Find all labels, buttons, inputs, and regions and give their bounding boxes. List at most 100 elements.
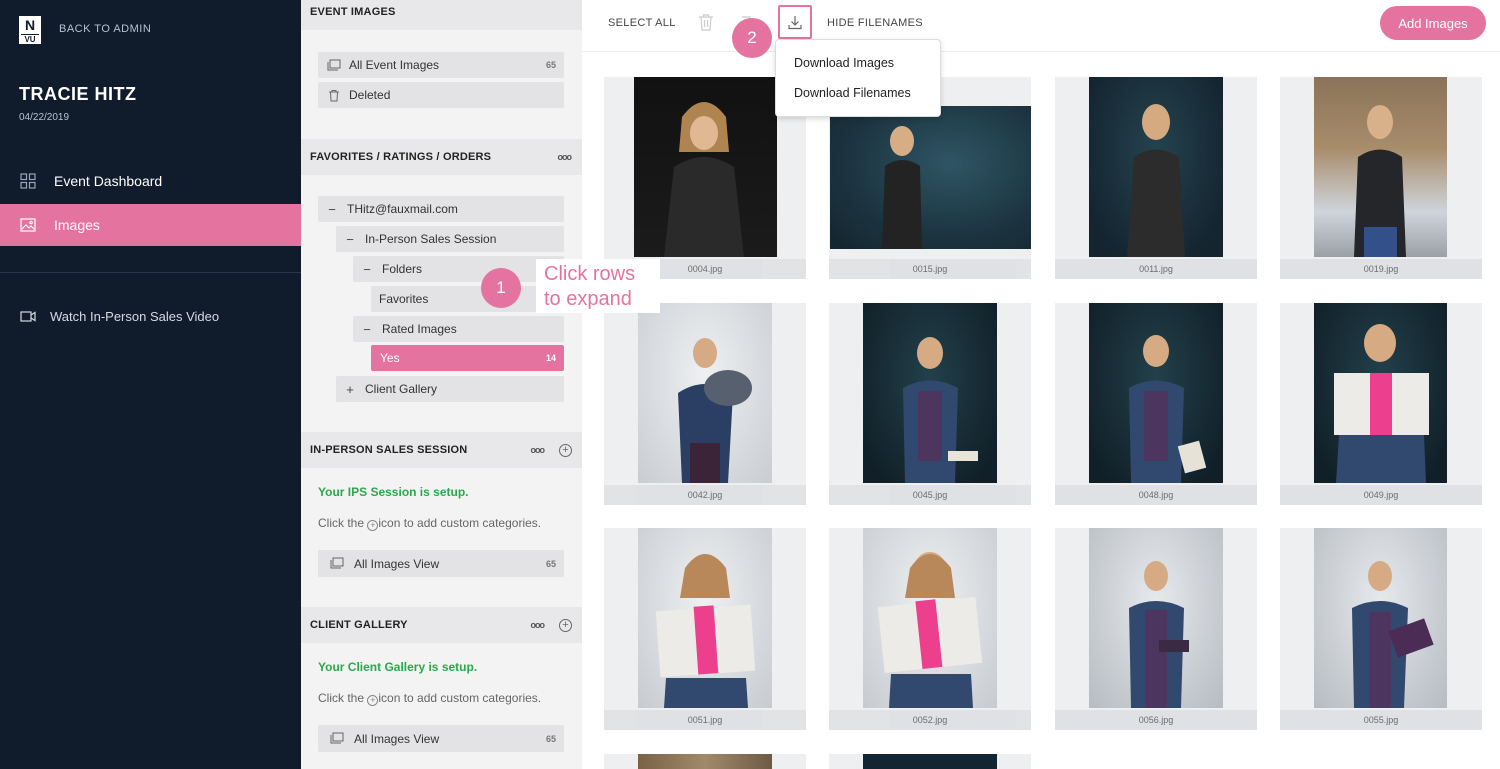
image-filename: 0055.jpg [1280,710,1482,730]
event-date: 04/22/2019 [19,112,70,123]
tree-row-client-gallery[interactable]: + Client Gallery [336,376,564,402]
step-badge-2: 2 [732,18,772,58]
plus-circle-icon: + [367,695,379,706]
image-thumbnail[interactable]: 0045.jpg [829,303,1031,505]
row-label: Deleted [349,88,391,102]
image-filename: 0051.jpg [604,710,806,730]
row-ips-all-images-view[interactable]: All Images View 65 [318,550,564,577]
photo [638,528,772,708]
photo [863,303,997,483]
hint-text-pre: Click the [318,516,365,530]
section-header-client-gallery: CLIENT GALLERY ooo + [301,607,582,643]
expand-icon: + [346,381,354,397]
row-all-event-images[interactable]: All Event Images 65 [318,52,564,78]
image-thumbnail[interactable]: 0055.jpg [1280,528,1482,730]
client-name: TRACIE HITZ [19,84,137,104]
image-toolbar: SELECT ALL HIDE FILENAMES Add Images [582,0,1500,52]
download-icon [788,16,802,30]
image-thumbnail[interactable]: 0042.jpg [604,303,806,505]
image-icon [20,217,36,233]
tree-row-in-person-sales-session[interactable]: − In-Person Sales Session [336,226,564,252]
more-options-icon[interactable]: ooo [531,445,545,455]
video-label: Watch In-Person Sales Video [50,308,220,324]
menu-item-download-images[interactable]: Download Images [794,56,894,70]
row-label: In-Person Sales Session [365,232,497,246]
category-panel: EVENT IMAGES All Event Images 65 Deleted… [301,0,582,769]
image-thumbnail[interactable]: 0049.jpg [1280,303,1482,505]
more-options-icon[interactable]: ooo [531,620,545,630]
section-header-in-person-sales: IN-PERSON SALES SESSION ooo + [301,432,582,468]
image-thumbnail[interactable]: 0011.jpg [1055,77,1257,279]
logo-text-top: N [24,17,36,33]
row-deleted[interactable]: Deleted [318,82,564,108]
collapse-icon: − [363,321,371,337]
image-filename: 0049.jpg [1280,485,1482,505]
row-label: Yes [380,351,400,365]
row-client-gallery-all-images-view[interactable]: All Images View 65 [318,725,564,752]
image-filename: 0015.jpg [829,259,1031,279]
images-stack-icon [330,557,344,571]
nav-item-event-dashboard[interactable]: Event Dashboard [0,160,301,202]
more-options-icon[interactable]: ooo [558,152,572,162]
collapse-icon: − [328,201,336,217]
image-filename: 0011.jpg [1055,259,1257,279]
trash-icon[interactable] [698,13,714,31]
image-thumbnail[interactable] [829,754,1031,769]
section-header-favorites: FAVORITES / RATINGS / ORDERS ooo [301,139,582,175]
photo [1089,77,1223,257]
section-title: IN-PERSON SALES SESSION [310,444,468,456]
tree-row-client-email[interactable]: − THitz@fauxmail.com [318,196,564,222]
row-count: 65 [545,733,556,744]
hint-text-post: icon to add custom categories. [378,691,542,705]
nav-item-images[interactable]: Images [0,204,301,246]
select-all-button[interactable]: SELECT ALL [608,17,676,29]
row-label: All Images View [354,556,440,571]
grid-icon [20,173,36,189]
row-label: THitz@fauxmail.com [347,202,458,216]
client-gallery-hint: Click the + icon to add custom categories… [318,691,541,706]
photo [638,303,772,483]
image-thumbnail[interactable] [604,754,806,769]
photo [1089,303,1223,483]
photo [1314,528,1447,708]
image-filename: 0019.jpg [1280,259,1482,279]
image-thumbnail[interactable]: 0051.jpg [604,528,806,730]
add-category-icon[interactable]: + [559,618,572,632]
row-label: All Images View [354,731,440,746]
image-filename: 0048.jpg [1055,485,1257,505]
image-filename: 0052.jpg [829,710,1031,730]
tree-row-yes[interactable]: Yes 14 [371,345,564,371]
nav-item-label: Event Dashboard [54,173,163,189]
download-menu: Download Images Download Filenames [775,39,941,117]
hide-filenames-button[interactable]: HIDE FILENAMES [827,17,923,29]
row-label: Client Gallery [365,382,438,396]
callout-line-2: to expand [544,288,632,310]
image-thumbnail[interactable]: 0052.jpg [829,528,1031,730]
tree-row-folders[interactable]: − Folders [353,256,564,282]
section-title: EVENT IMAGES [310,6,396,18]
nav-divider [0,272,301,273]
images-stack-icon [327,58,341,72]
add-category-icon[interactable]: + [559,443,572,457]
download-button[interactable] [778,5,812,39]
logo-text-bottom: VU [21,34,39,44]
image-thumbnail[interactable]: 0019.jpg [1280,77,1482,279]
image-thumbnail[interactable]: 0056.jpg [1055,528,1257,730]
hint-text-post: icon to add custom categories. [378,516,542,530]
photo [634,77,777,257]
back-to-admin-link[interactable]: BACK TO ADMIN [59,23,151,35]
hint-text-pre: Click the [318,691,365,705]
row-label: All Event Images [349,58,440,72]
image-thumbnail[interactable]: 0048.jpg [1055,303,1257,505]
nvu-logo[interactable]: N VU [19,16,41,44]
add-images-button[interactable]: Add Images [1380,6,1486,40]
image-filename: 0045.jpg [829,485,1031,505]
collapse-icon: − [346,231,354,247]
photo [1089,528,1223,708]
tree-row-rated-images[interactable]: − Rated Images [353,316,564,342]
expand-rows-callout: Click rows to expand [536,259,660,313]
photo [638,754,772,769]
watch-video-link[interactable]: Watch In-Person Sales Video [20,308,219,324]
images-stack-icon [330,732,344,746]
menu-item-download-filenames[interactable]: Download Filenames [794,86,911,100]
